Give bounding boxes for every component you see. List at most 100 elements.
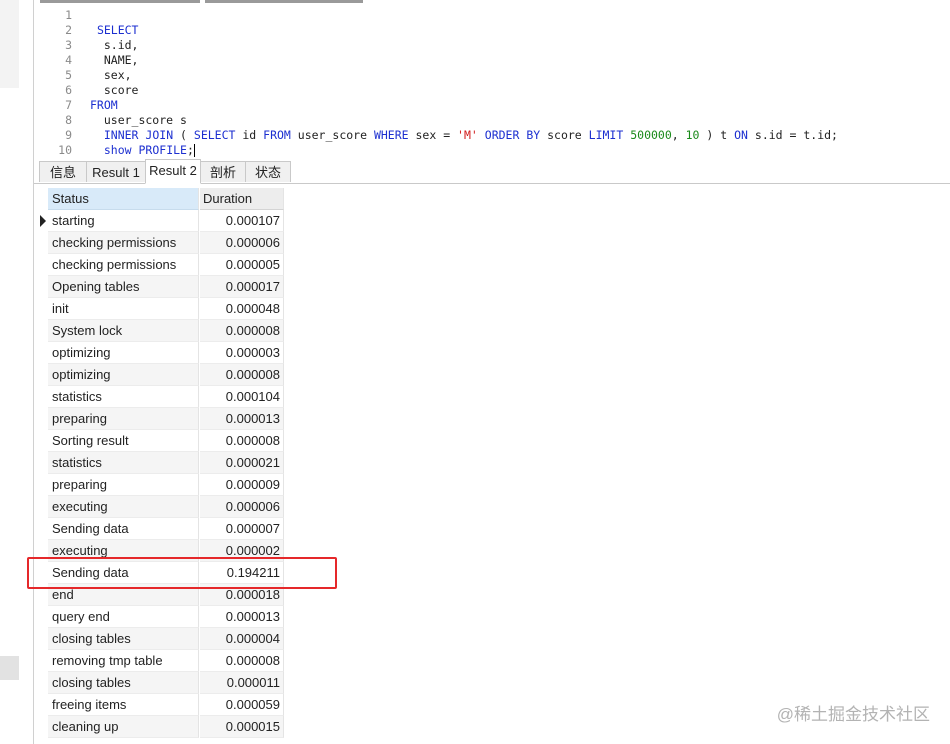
cell-status[interactable]: Sorting result — [48, 430, 199, 452]
tab-result-2[interactable]: Result 2 — [145, 159, 201, 184]
table-row[interactable]: optimizing 0.000003 — [34, 342, 284, 364]
code-text[interactable]: score — [90, 83, 139, 98]
cell-duration[interactable]: 0.000104 — [200, 386, 284, 408]
code-text[interactable]: NAME, — [90, 53, 139, 68]
table-row[interactable]: statistics 0.000021 — [34, 452, 284, 474]
cell-duration[interactable]: 0.000008 — [200, 364, 284, 386]
table-row[interactable]: checking permissions 0.000005 — [34, 254, 284, 276]
sql-editor[interactable]: 12 SELECT 3 s.id, 4 NAME, 5 sex, 6 score 7 FRO… — [34, 4, 950, 158]
cell-status[interactable]: Sending data — [48, 518, 199, 540]
cell-duration[interactable]: 0.000048 — [200, 298, 284, 320]
row-indicator — [34, 628, 48, 650]
line-number: 6 — [65, 83, 72, 97]
cell-duration[interactable]: 0.000007 — [200, 518, 284, 540]
cell-status[interactable]: preparing — [48, 408, 199, 430]
tab-剖析[interactable]: 剖析 — [200, 161, 246, 182]
line-number: 7 — [65, 98, 72, 112]
table-row[interactable]: Opening tables 0.000017 — [34, 276, 284, 298]
tab-信息[interactable]: 信息 — [39, 161, 87, 182]
table-row[interactable]: preparing 0.000013 — [34, 408, 284, 430]
tab-状态[interactable]: 状态 — [245, 161, 291, 182]
code-text[interactable]: show PROFILE; — [90, 143, 195, 158]
code-text[interactable]: s.id, — [90, 38, 139, 53]
table-row[interactable]: closing tables 0.000004 — [34, 628, 284, 650]
row-indicator — [34, 672, 48, 694]
cell-duration[interactable]: 0.000107 — [200, 210, 284, 232]
code-text[interactable]: SELECT — [90, 23, 139, 38]
cell-duration[interactable]: 0.000006 — [200, 496, 284, 518]
cell-status[interactable]: statistics — [48, 452, 199, 474]
left-panel-scroll-marker[interactable] — [0, 656, 19, 680]
table-row[interactable]: query end 0.000013 — [34, 606, 284, 628]
current-row-icon — [40, 215, 46, 227]
cell-duration[interactable]: 0.000021 — [200, 452, 284, 474]
cell-status[interactable]: freeing items — [48, 694, 199, 716]
row-indicator — [34, 298, 48, 320]
cell-status[interactable]: closing tables — [48, 628, 199, 650]
table-row[interactable]: Sending data 0.000007 — [34, 518, 284, 540]
line-number: 3 — [65, 38, 72, 52]
cell-status[interactable]: query end — [48, 606, 199, 628]
table-row[interactable]: checking permissions 0.000006 — [34, 232, 284, 254]
row-indicator — [34, 650, 48, 672]
table-row[interactable]: closing tables 0.000011 — [34, 672, 284, 694]
table-row[interactable]: preparing 0.000009 — [34, 474, 284, 496]
cell-duration[interactable]: 0.000009 — [200, 474, 284, 496]
row-indicator — [34, 188, 48, 210]
cell-status[interactable]: checking permissions — [48, 254, 199, 276]
column-header-status[interactable]: Status — [48, 188, 199, 210]
cell-status[interactable]: closing tables — [48, 672, 199, 694]
code-text[interactable]: user_score s — [90, 113, 187, 128]
cell-status[interactable]: removing tmp table — [48, 650, 199, 672]
column-header-duration[interactable]: Duration — [200, 188, 284, 210]
cell-status[interactable]: checking permissions — [48, 232, 199, 254]
code-text[interactable]: sex, — [90, 68, 132, 83]
cell-status[interactable]: optimizing — [48, 342, 199, 364]
table-row[interactable]: cleaning up 0.000015 — [34, 716, 284, 738]
code-text[interactable]: FROM — [90, 98, 118, 113]
cell-status[interactable]: optimizing — [48, 364, 199, 386]
cell-status[interactable]: preparing — [48, 474, 199, 496]
cell-duration[interactable]: 0.000008 — [200, 430, 284, 452]
line-number: 2 — [65, 23, 72, 37]
table-row[interactable]: optimizing 0.000008 — [34, 364, 284, 386]
cell-duration[interactable]: 0.000003 — [200, 342, 284, 364]
tab-result-1[interactable]: Result 1 — [86, 161, 146, 182]
cell-status[interactable]: starting — [48, 210, 199, 232]
cell-status[interactable]: init — [48, 298, 199, 320]
table-row[interactable]: removing tmp table 0.000008 — [34, 650, 284, 672]
row-indicator — [34, 386, 48, 408]
cell-duration[interactable]: 0.000006 — [200, 232, 284, 254]
top-tab-stub-1[interactable] — [40, 0, 200, 3]
cell-status[interactable]: Opening tables — [48, 276, 199, 298]
table-row[interactable]: init 0.000048 — [34, 298, 284, 320]
code-text[interactable]: INNER JOIN ( SELECT id FROM user_score W… — [90, 128, 838, 143]
row-indicator — [34, 518, 48, 540]
top-tab-stub-2[interactable] — [205, 0, 363, 3]
cell-status[interactable]: executing — [48, 496, 199, 518]
left-panel-strip — [0, 0, 19, 744]
row-indicator — [34, 496, 48, 518]
cell-duration[interactable]: 0.000015 — [200, 716, 284, 738]
cell-duration[interactable]: 0.000004 — [200, 628, 284, 650]
table-row[interactable]: freeing items 0.000059 — [34, 694, 284, 716]
cell-status[interactable]: statistics — [48, 386, 199, 408]
table-row[interactable]: executing 0.000006 — [34, 496, 284, 518]
cell-duration[interactable]: 0.000013 — [200, 606, 284, 628]
cell-duration[interactable]: 0.000059 — [200, 694, 284, 716]
table-row[interactable]: Sorting result 0.000008 — [34, 430, 284, 452]
watermark: @稀土掘金技术社区 — [776, 705, 930, 724]
row-indicator — [34, 408, 48, 430]
cell-duration[interactable]: 0.000013 — [200, 408, 284, 430]
cell-duration[interactable]: 0.000011 — [200, 672, 284, 694]
cell-duration[interactable]: 0.000005 — [200, 254, 284, 276]
cell-duration[interactable]: 0.000008 — [200, 320, 284, 342]
cell-duration[interactable]: 0.000017 — [200, 276, 284, 298]
table-row[interactable]: statistics 0.000104 — [34, 386, 284, 408]
cell-status[interactable]: System lock — [48, 320, 199, 342]
table-header-row[interactable]: Status Duration — [34, 188, 284, 210]
cell-duration[interactable]: 0.000008 — [200, 650, 284, 672]
table-row[interactable]: starting 0.000107 — [34, 210, 284, 232]
table-row[interactable]: System lock 0.000008 — [34, 320, 284, 342]
cell-status[interactable]: cleaning up — [48, 716, 199, 738]
